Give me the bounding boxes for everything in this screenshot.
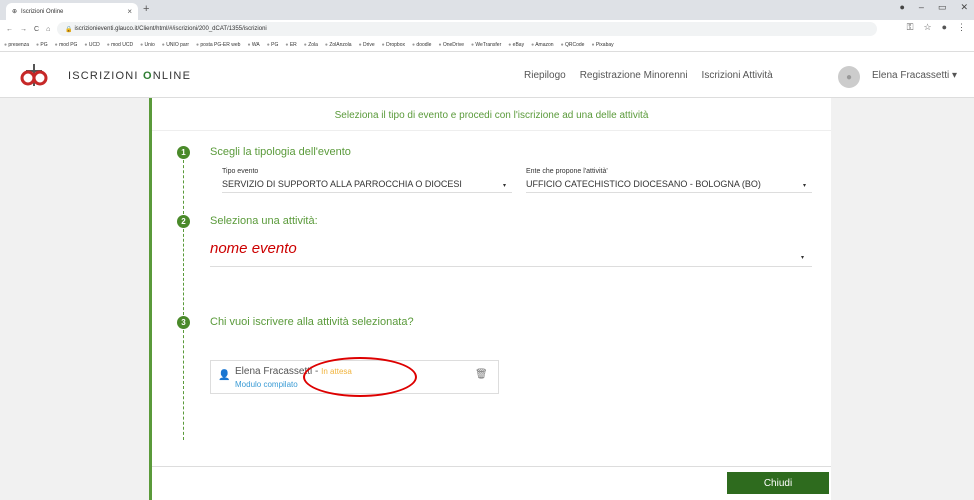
key-icon[interactable]: ⚿ [907, 22, 914, 33]
bookmark-item[interactable]: Drive [359, 42, 375, 48]
step1-label: Scegli la tipologia dell'evento [210, 146, 351, 158]
bookmark-item[interactable]: Pixabay [591, 42, 614, 48]
step2-label: Seleziona una attività: [210, 215, 318, 227]
menu-icon[interactable]: ⋮ [957, 22, 966, 33]
bookmark-item[interactable]: posta PG-ER web [196, 42, 240, 48]
bookmark-item[interactable]: Dropbox [382, 42, 405, 48]
nav-iscrizioni-attivita[interactable]: Iscrizioni Attività [702, 70, 773, 81]
bookmark-item[interactable]: PG [267, 42, 278, 48]
bookmark-item[interactable]: ZolAnzola [325, 42, 351, 48]
globe-icon: ⊕ [12, 9, 18, 15]
brand-title: ISCRIZIONI ONLINE [68, 70, 192, 82]
close-button[interactable]: Chiudi [727, 472, 829, 494]
home-icon[interactable]: ⌂ [46, 26, 50, 33]
user-menu[interactable]: Elena Fracassetti ▾ [872, 70, 957, 81]
maximize-icon[interactable]: ▭ [938, 2, 947, 13]
step3-label: Chi vuoi iscrivere alla attività selezio… [210, 316, 414, 328]
chevron-down-icon[interactable]: ▾ [801, 254, 804, 261]
step1-badge: 1 [177, 146, 190, 159]
address-bar: ← → C ⌂ 🔒 iscrizionieventi.glauco.it/Cli… [0, 20, 974, 38]
nav-registrazione-minorenni[interactable]: Registrazione Minorenni [580, 70, 688, 81]
bookmark-item[interactable]: doodle [412, 42, 431, 48]
account-icon[interactable]: ● [942, 22, 947, 33]
browser-tab[interactable]: ⊕ Iscrizioni Online × [6, 3, 138, 20]
highlight-annotation [303, 357, 417, 397]
bookmark-item[interactable]: Zola [304, 42, 318, 48]
trash-icon[interactable]: 🗑 [475, 369, 488, 380]
bookmark-item[interactable]: WeTransfer [471, 42, 501, 48]
bookmark-item[interactable]: presenza [4, 42, 29, 48]
reload-icon[interactable]: C [34, 26, 39, 33]
registration-card: Seleziona il tipo di evento e procedi co… [149, 98, 831, 500]
bookmark-item[interactable]: QRCode [561, 42, 584, 48]
ente-select[interactable]: UFFICIO CATECHISTICO DIOCESANO - BOLOGNA… [526, 179, 812, 193]
bookmark-item[interactable]: eBay [508, 42, 524, 48]
bookmarks-bar: presenza PG mod PG UCD mod UCD Unio UNIO parr p… [0, 38, 974, 52]
module-status-link[interactable]: Modulo compilato [235, 380, 298, 389]
logo-icon[interactable] [19, 62, 49, 88]
new-tab-icon[interactable]: + [143, 3, 149, 15]
bookmark-item[interactable]: Amazon [531, 42, 553, 48]
bookmark-item[interactable]: UCD [84, 42, 100, 48]
bookmark-item[interactable]: mod UCD [107, 42, 133, 48]
tab-title: Iscrizioni Online [21, 8, 64, 15]
browser-tabbar: ⊕ Iscrizioni Online × + ● – ▭ ✕ [0, 0, 974, 20]
chevron-down-icon: ▾ [503, 183, 507, 189]
activity-select[interactable]: nome evento [210, 240, 297, 257]
app-header: ISCRIZIONI ONLINE Riepilogo Registrazion… [0, 52, 974, 98]
bookmark-item[interactable]: mod PG [55, 42, 77, 48]
participant-name: Elena Fracassetti [235, 366, 313, 377]
tipo-evento-label: Tipo evento [222, 168, 259, 175]
lock-icon: 🔒 [65, 26, 75, 33]
nav-riepilogo[interactable]: Riepilogo [524, 70, 566, 81]
step3-badge: 3 [177, 316, 190, 329]
bookmark-item[interactable]: Unio [140, 42, 154, 48]
bookmark-item[interactable]: UNIO parr [162, 42, 189, 48]
star-icon[interactable]: ☆ [923, 22, 931, 33]
ente-label: Ente che propone l'attività' [526, 168, 608, 175]
step2-badge: 2 [177, 215, 190, 228]
chevron-down-icon: ▾ [803, 183, 807, 189]
page-title: Seleziona il tipo di evento e procedi co… [334, 110, 649, 121]
window-close-icon[interactable]: ✕ [960, 2, 968, 13]
minimize-icon[interactable]: – [919, 2, 924, 13]
url-field[interactable]: 🔒 iscrizionieventi.glauco.it/Client/html… [57, 22, 878, 36]
user-icon: 👤 [218, 370, 231, 381]
avatar[interactable]: ● [838, 66, 860, 88]
bookmark-item[interactable]: ER [285, 42, 297, 48]
profile-icon[interactable]: ● [899, 2, 904, 13]
close-tab-icon[interactable]: × [127, 7, 132, 16]
bookmark-item[interactable]: OneDrive [438, 42, 464, 48]
back-icon[interactable]: ← [6, 26, 13, 33]
forward-icon[interactable]: → [20, 26, 27, 33]
bookmark-item[interactable]: WA [247, 42, 260, 48]
tipo-evento-select[interactable]: SERVIZIO DI SUPPORTO ALLA PARROCCHIA O D… [222, 179, 512, 193]
bookmark-item[interactable]: PG [36, 42, 47, 48]
